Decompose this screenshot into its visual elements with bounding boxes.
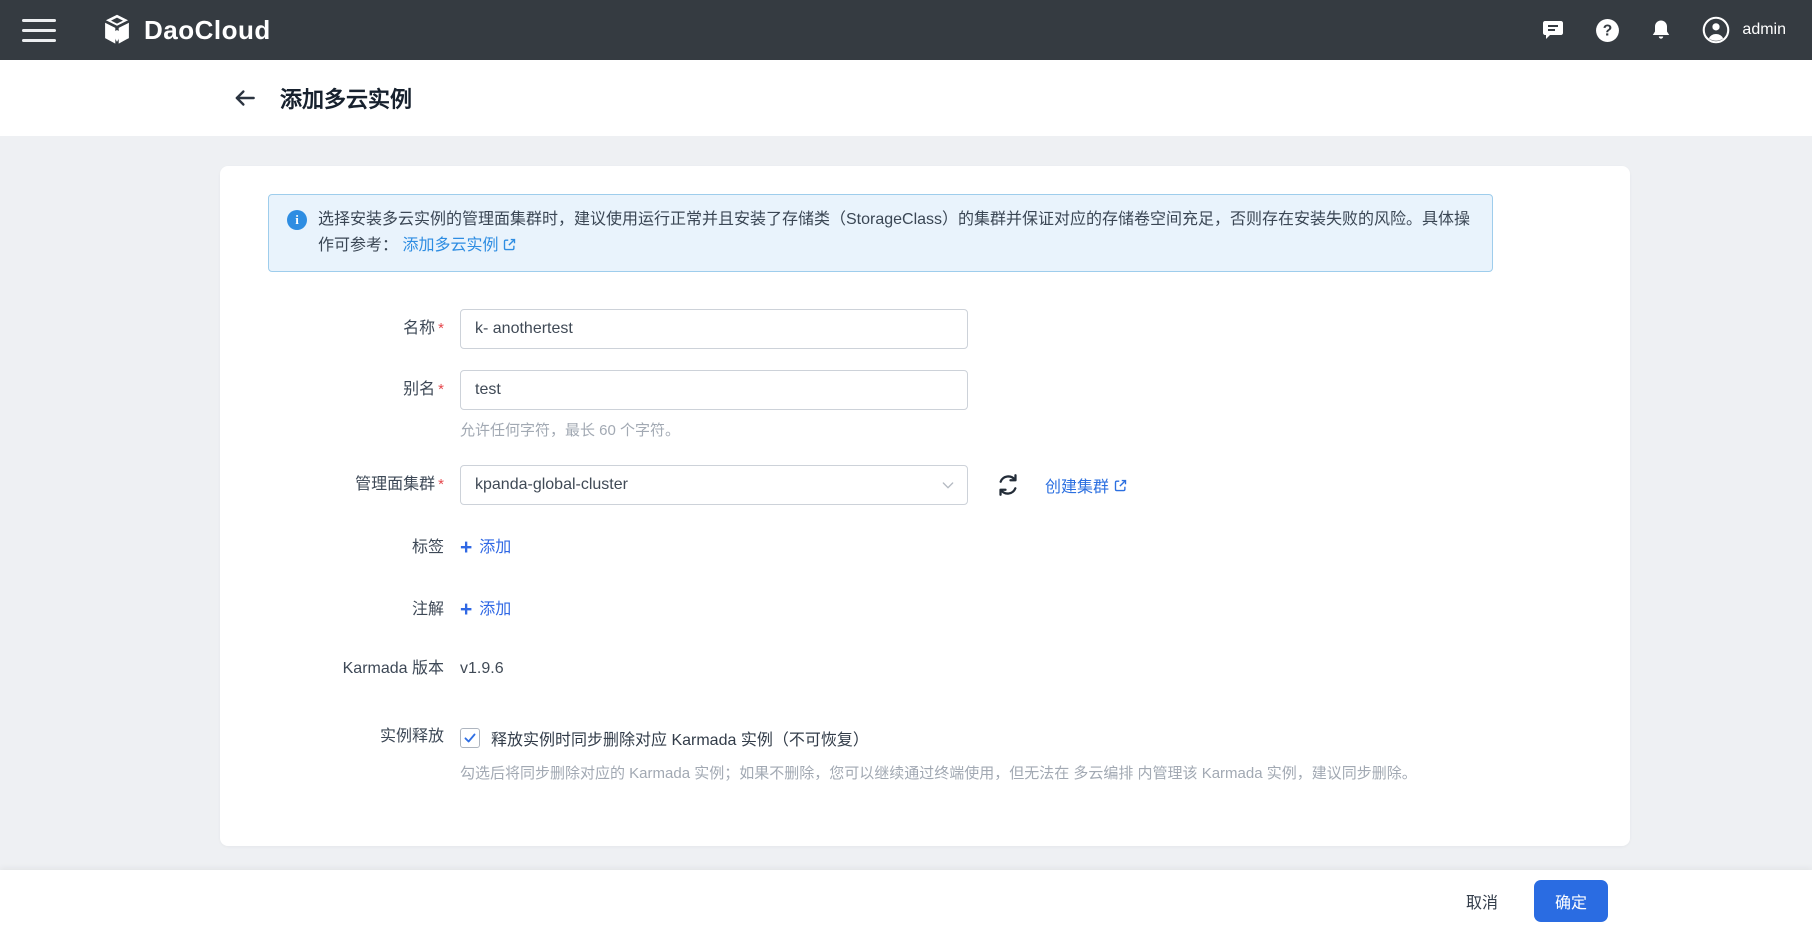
required-asterisk: * [438, 320, 444, 337]
add-label-button[interactable]: +添加 [460, 537, 511, 559]
karmada-version-value: v1.9.6 [460, 658, 504, 680]
required-asterisk: * [438, 476, 444, 493]
annotations-label: 注解 [220, 599, 460, 621]
cluster-selected-value: kpanda-global-cluster [475, 476, 628, 494]
alias-hint: 允许任何字符，最长 60 个字符。 [460, 421, 968, 440]
release-checkbox-label: 释放实例时同步删除对应 Karmada 实例（不可恢复） [491, 726, 869, 750]
confirm-button[interactable]: 确定 [1534, 880, 1608, 922]
external-link-icon [502, 237, 517, 252]
user-menu[interactable]: admin [1702, 16, 1786, 44]
alias-label-wrap: 别名* [220, 370, 460, 410]
labels-label: 标签 [220, 537, 460, 559]
name-label: 名称 [403, 320, 435, 337]
alert-doc-link[interactable]: 添加多云实例 [402, 237, 517, 254]
labels-row: 标签 +添加 [220, 537, 1630, 559]
chevron-down-icon [940, 477, 956, 493]
brand-name: DaoCloud [144, 15, 271, 46]
external-link-icon [1113, 478, 1128, 493]
release-row: 实例释放 释放实例时同步删除对应 Karmada 实例（不可恢复） 勾选后将同步… [220, 726, 1630, 783]
karmada-version-row: Karmada 版本 v1.9.6 [220, 658, 1630, 680]
annotations-row: 注解 +添加 [220, 599, 1630, 621]
avatar-icon [1702, 16, 1730, 44]
info-alert: i 选择安装多云实例的管理面集群时，建议使用运行正常并且安装了存储类（Stora… [268, 194, 1493, 272]
alert-text-wrap: 选择安装多云实例的管理面集群时，建议使用运行正常并且安装了存储类（Storage… [318, 207, 1474, 259]
daocloud-cube-icon [100, 13, 134, 47]
check-icon [463, 731, 477, 745]
refresh-icon[interactable] [995, 472, 1021, 498]
name-input[interactable] [460, 309, 968, 349]
cancel-button[interactable]: 取消 [1466, 889, 1498, 913]
menu-toggle-icon[interactable] [22, 19, 56, 42]
plus-icon: + [460, 600, 472, 620]
brand-logo[interactable]: DaoCloud [100, 13, 271, 47]
page-title: 添加多云实例 [280, 82, 412, 114]
name-row: 名称* [220, 309, 1630, 349]
page-header: 添加多云实例 [0, 60, 1812, 136]
cluster-label: 管理面集群 [355, 476, 435, 493]
create-cluster-link[interactable]: 创建集群 [1045, 473, 1128, 497]
plus-icon: + [460, 538, 472, 558]
name-label-wrap: 名称* [220, 309, 460, 349]
cluster-select[interactable]: kpanda-global-cluster [460, 465, 968, 505]
alias-row: 别名* 允许任何字符，最长 60 个字符。 [220, 370, 1630, 440]
cluster-label-wrap: 管理面集群* [220, 465, 460, 505]
help-icon[interactable]: ? [1594, 17, 1620, 43]
release-label: 实例释放 [220, 726, 460, 748]
alias-label: 别名 [403, 381, 435, 398]
notification-bell-icon[interactable] [1648, 17, 1674, 43]
username-label: admin [1742, 21, 1786, 39]
svg-text:?: ? [1603, 22, 1613, 39]
cluster-row: 管理面集群* kpanda-global-cluster 创建集群 [220, 465, 1630, 505]
action-footer: 取消 确定 [0, 870, 1812, 932]
back-arrow-icon[interactable] [230, 83, 260, 113]
karmada-version-label: Karmada 版本 [220, 658, 460, 680]
alias-input[interactable] [460, 370, 968, 410]
info-icon: i [287, 210, 307, 230]
release-hint: 勾选后将同步删除对应的 Karmada 实例；如果不删除，您可以继续通过终端使用… [460, 764, 1417, 783]
required-asterisk: * [438, 381, 444, 398]
release-checkbox[interactable] [460, 728, 480, 748]
message-icon[interactable] [1540, 17, 1566, 43]
form-card: i 选择安装多云实例的管理面集群时，建议使用运行正常并且安装了存储类（Stora… [220, 166, 1630, 846]
add-annotation-button[interactable]: +添加 [460, 599, 511, 621]
top-navbar: DaoCloud ? [0, 0, 1812, 60]
instance-form: 名称* 别名* 允许任何字符，最长 60 个字符。 管理面集群* kpanda-… [220, 309, 1630, 783]
